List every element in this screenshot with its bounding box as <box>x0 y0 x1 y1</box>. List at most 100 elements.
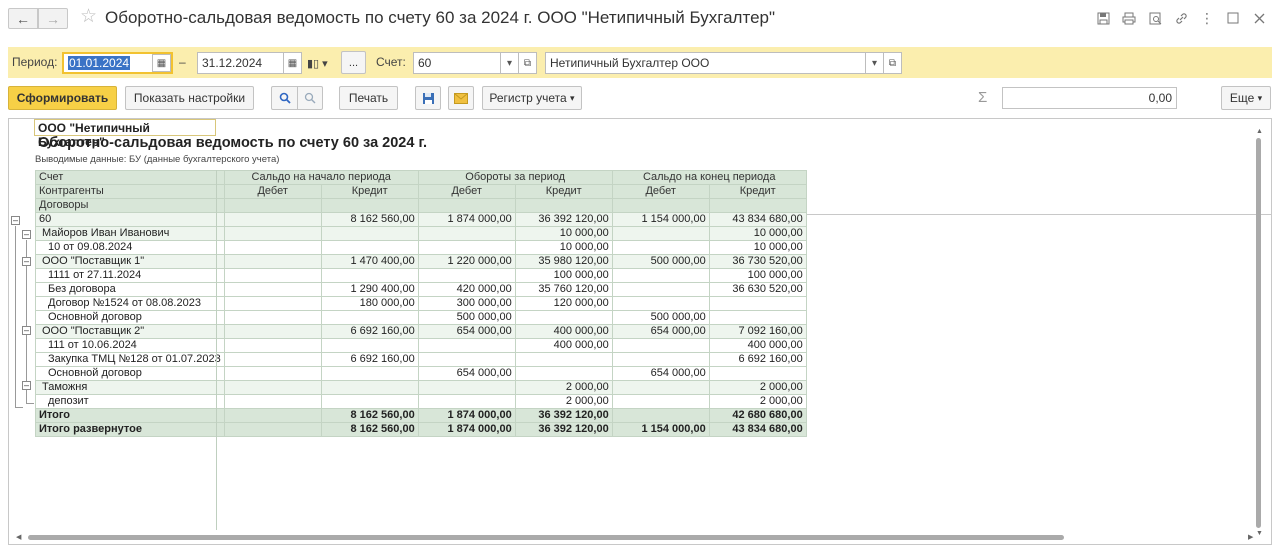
value-cell: 36 730 520,00 <box>708 254 807 269</box>
value-cell <box>417 268 516 283</box>
table-row[interactable]: Основной договор 654 000,00 654 000,00 <box>35 366 807 381</box>
scroll-down-icon[interactable]: ▼ <box>1256 530 1263 537</box>
cancel-search-button[interactable] <box>297 86 323 110</box>
value-cell: 35 760 120,00 <box>514 282 613 297</box>
table-row[interactable]: Майоров Иван Иванович 10 000,00 10 000,00 <box>35 226 807 241</box>
search-button[interactable] <box>271 86 298 110</box>
calendar-icon: ▦ <box>287 57 298 69</box>
send-email-button[interactable] <box>448 86 474 110</box>
value-cell <box>223 296 322 311</box>
collapse-toggle[interactable]: – <box>11 216 20 225</box>
more-button[interactable]: Еще ▾ <box>1221 86 1271 110</box>
row-name-cell: Итого развернутое <box>35 422 225 437</box>
search-icon <box>279 92 291 104</box>
value-cell: 654 000,00 <box>611 366 710 381</box>
horizontal-scrollbar[interactable]: ◀ ▶ <box>16 534 1256 542</box>
row-name-cell: Итого <box>35 408 225 423</box>
report-subtitle: Выводимые данные: БУ (данные бухгалтерск… <box>35 154 280 165</box>
value-cell: 1 154 000,00 <box>611 212 710 227</box>
date-to-calendar-button[interactable]: ▦ <box>283 52 302 74</box>
close-icon[interactable] <box>1246 9 1272 27</box>
save-icon[interactable] <box>1090 9 1116 27</box>
date-range-dash: – <box>179 55 186 69</box>
collapse-toggle[interactable]: – <box>22 326 31 335</box>
row-name-cell: ООО "Поставщик 2" <box>35 324 225 339</box>
value-cell <box>223 310 322 325</box>
total-row[interactable]: Итого развернутое 8 162 560,00 1 874 000,0… <box>35 422 807 437</box>
value-cell: 1 874 000,00 <box>417 422 516 437</box>
header-empty-cell <box>708 198 807 213</box>
value-cell <box>320 366 419 381</box>
table-row[interactable]: 10 от 09.08.2024 10 000,00 10 000,00 <box>35 240 807 255</box>
row-name-cell: Основной договор <box>35 310 225 325</box>
table-row[interactable]: 1111 от 27.11.2024 100 000,00 100 000,00 <box>35 268 807 283</box>
organization-dropdown-button[interactable]: ▾ <box>865 52 884 74</box>
period-select-button[interactable]: ... <box>341 51 366 74</box>
col-credit-header: Кредит <box>514 184 613 199</box>
save-report-button[interactable] <box>415 86 441 110</box>
show-settings-button[interactable]: Показать настройки <box>125 86 254 110</box>
table-row[interactable]: 60 8 162 560,00 1 874 000,00 36 392 120,00 1… <box>35 212 807 227</box>
organization-input[interactable]: Нетипичный Бухгалтер ООО <box>545 52 867 74</box>
date-to-input[interactable]: 31.12.2024 <box>197 52 285 74</box>
table-row[interactable]: ООО "Поставщик 1" 1 470 400,00 1 220 000,0… <box>35 254 807 269</box>
maximize-icon[interactable] <box>1220 9 1246 27</box>
value-cell <box>320 338 419 353</box>
value-cell: 1 470 400,00 <box>320 254 419 269</box>
organization-open-button[interactable]: ⧉ <box>883 52 902 74</box>
vertical-scrollbar[interactable]: ▲ ▼ <box>1254 128 1264 538</box>
table-row[interactable]: Основной договор 500 000,00 500 000,00 <box>35 310 807 325</box>
print-button[interactable]: Печать <box>339 86 398 110</box>
value-cell <box>514 366 613 381</box>
back-button[interactable]: ← <box>8 8 38 29</box>
total-row[interactable]: Итого 8 162 560,00 1 874 000,00 36 392 120,… <box>35 408 807 423</box>
print-icon[interactable] <box>1116 9 1142 27</box>
collapse-toggle[interactable]: – <box>22 381 31 390</box>
open-icon: ⧉ <box>523 57 532 69</box>
date-from-calendar-button[interactable]: ▦ <box>152 54 171 72</box>
vertical-scroll-thumb[interactable] <box>1256 138 1261 528</box>
scroll-up-icon[interactable]: ▲ <box>1256 128 1263 135</box>
header-empty-cell <box>611 198 710 213</box>
preview-icon[interactable] <box>1142 9 1168 27</box>
account-open-button[interactable]: ⧉ <box>518 52 537 74</box>
scroll-right-icon[interactable]: ▶ <box>1248 533 1253 541</box>
table-row[interactable]: Договор №1524 от 08.08.2023 180 000,00 300… <box>35 296 807 311</box>
value-cell: 43 834 680,00 <box>708 212 807 227</box>
search-cancel-icon <box>304 92 316 104</box>
value-cell <box>223 212 322 227</box>
forward-button[interactable]: → <box>38 8 68 29</box>
table-row[interactable]: Закупка ТМЦ №128 от 01.07.2023 6 692 160,… <box>35 352 807 367</box>
arrow-left-icon: ← <box>16 10 30 27</box>
value-cell <box>223 254 322 269</box>
link-icon[interactable] <box>1168 9 1194 27</box>
table-row[interactable]: Без договора 1 290 400,00 420 000,00 35 760… <box>35 282 807 297</box>
period-type-dropdown[interactable]: ▮▯ ▾ <box>307 57 328 70</box>
scroll-left-icon[interactable]: ◀ <box>16 533 21 541</box>
table-row[interactable]: Таможня 2 000,00 2 000,00 <box>35 380 807 395</box>
report-area[interactable]: ООО "Нетипичный Бухгалтер" Оборотно-саль… <box>8 118 1272 545</box>
value-cell: 42 680 680,00 <box>708 408 807 423</box>
open-icon: ⧉ <box>888 57 897 69</box>
chevron-down-icon: ▾ <box>322 58 328 70</box>
table-row[interactable]: ООО "Поставщик 2" 6 692 160,00 654 000,00 4… <box>35 324 807 339</box>
collapse-toggle[interactable]: – <box>22 230 31 239</box>
generate-button[interactable]: Сформировать <box>8 86 117 110</box>
value-cell: 1 874 000,00 <box>417 212 516 227</box>
favorite-star-icon[interactable]: ☆ <box>80 5 97 28</box>
filter-bar: Период: 01.01.2024 ▦ – 31.12.2024 ▦ ▮▯ ▾… <box>8 47 1272 78</box>
collapse-toggle[interactable]: – <box>22 257 31 266</box>
value-cell <box>417 352 516 367</box>
table-row[interactable]: депозит 2 000,00 2 000,00 <box>35 394 807 409</box>
account-dropdown-button[interactable]: ▾ <box>500 52 519 74</box>
calendar-icon: ▦ <box>156 57 167 69</box>
report-title: Оборотно-сальдовая ведомость по счету 60… <box>38 135 428 151</box>
horizontal-scroll-thumb[interactable] <box>28 535 1064 540</box>
value-cell: 10 000,00 <box>514 240 613 255</box>
col-debit-header: Дебет <box>417 184 516 199</box>
register-label: Регистр учета <box>489 91 567 105</box>
register-button[interactable]: Регистр учета ▾ <box>482 86 582 110</box>
account-input[interactable]: 60 <box>413 52 502 74</box>
table-row[interactable]: 111 от 10.06.2024 400 000,00 400 000,00 <box>35 338 807 353</box>
more-icon[interactable]: ⋮ <box>1194 9 1220 27</box>
